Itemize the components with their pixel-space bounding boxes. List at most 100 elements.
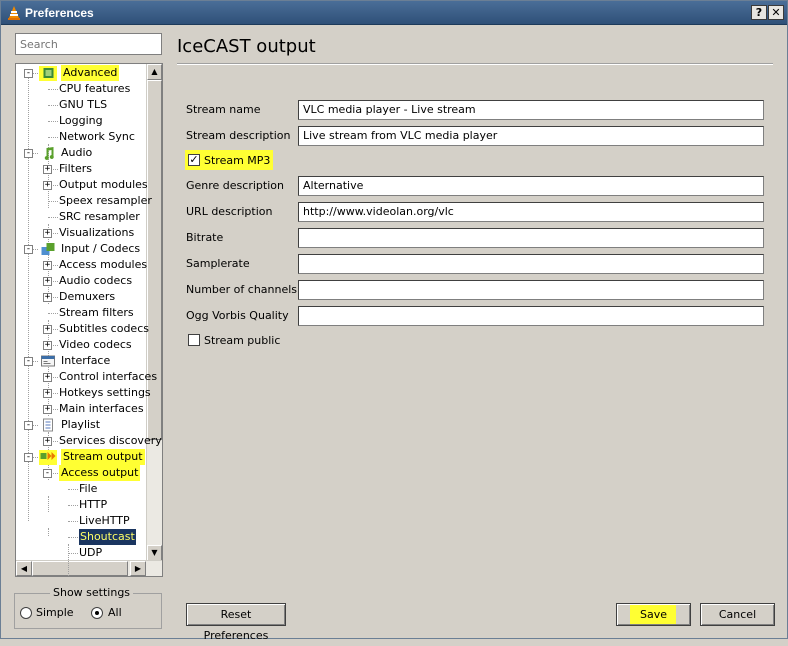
ogg-vorbis-quality-label: Ogg Vorbis Quality	[186, 309, 289, 322]
close-button[interactable]: ✕	[768, 5, 784, 20]
expand-icon[interactable]: +	[43, 165, 52, 174]
save-button[interactable]: Save	[616, 603, 691, 626]
collapse-icon[interactable]: -	[24, 245, 33, 254]
tree-item-visualizations[interactable]: Visualizations	[59, 225, 134, 241]
stream-output-icon	[40, 452, 56, 460]
scroll-thumb-horizontal[interactable]	[32, 561, 128, 576]
tree-guide-line	[48, 105, 58, 106]
radio-all[interactable]	[91, 607, 103, 619]
scroll-left-arrow-icon[interactable]: ◀	[16, 561, 32, 576]
tree-item-interface[interactable]: Interface	[61, 353, 110, 369]
tree-item-hotkeys-settings[interactable]: Hotkeys settings	[59, 385, 151, 401]
tree-item-logging[interactable]: Logging	[59, 113, 103, 129]
tree-item-audio-codecs[interactable]: Audio codecs	[59, 273, 132, 289]
stream-description-field[interactable]: Live stream from VLC media player	[298, 126, 764, 146]
tree-item-services-discovery[interactable]: Services discovery	[59, 433, 162, 449]
expand-icon[interactable]: +	[43, 181, 52, 190]
bitrate-label: Bitrate	[186, 231, 224, 244]
samplerate-field[interactable]	[298, 254, 764, 274]
tree-guide-line	[48, 89, 58, 90]
tree-item-src-resampler[interactable]: SRC resampler	[59, 209, 140, 225]
collapse-icon[interactable]: -	[24, 453, 33, 462]
tree-guide-line	[48, 201, 58, 202]
tree-guide-line	[68, 544, 69, 576]
bitrate-field[interactable]	[298, 228, 764, 248]
tree-item-video-codecs[interactable]: Video codecs	[59, 337, 132, 353]
category-tree[interactable]: ▲ ▼ ◀ ▶ - Advanced CPU features GNU TLS Logg…	[15, 63, 163, 577]
collapse-icon[interactable]: -	[24, 357, 33, 366]
tree-item-main-interfaces[interactable]: Main interfaces	[59, 401, 144, 417]
tree-item-input-codecs[interactable]: Input / Codecs	[61, 241, 140, 257]
stream-name-label: Stream name	[186, 103, 261, 116]
tree-item-advanced[interactable]: Advanced	[61, 65, 120, 81]
tree-horizontal-scrollbar[interactable]: ◀ ▶	[16, 560, 162, 576]
tree-item-file[interactable]: File	[79, 481, 97, 497]
collapse-icon[interactable]: -	[24, 69, 33, 78]
scroll-up-arrow-icon[interactable]: ▲	[147, 64, 162, 80]
expand-icon[interactable]: +	[43, 277, 52, 286]
tree-item-speex-resampler[interactable]: Speex resampler	[59, 193, 152, 209]
expand-icon[interactable]: +	[43, 373, 52, 382]
expand-icon[interactable]: +	[43, 229, 52, 238]
tree-item-http[interactable]: HTTP	[79, 497, 107, 513]
tree-item-access-output[interactable]: Access output	[59, 465, 141, 481]
tree-item-audio[interactable]: Audio	[61, 145, 92, 161]
expand-icon[interactable]: +	[43, 261, 52, 270]
expand-icon[interactable]: +	[43, 437, 52, 446]
codecs-icon	[41, 243, 55, 255]
collapse-icon[interactable]: -	[24, 421, 33, 430]
stream-mp3-label: Stream MP3	[204, 154, 271, 167]
tree-item-playlist[interactable]: Playlist	[61, 417, 100, 433]
scroll-right-arrow-icon[interactable]: ▶	[130, 561, 146, 576]
tree-item-access-modules[interactable]: Access modules	[59, 257, 147, 273]
tree-item-udp[interactable]: UDP	[79, 545, 102, 561]
tree-item-stream-output[interactable]: Stream output	[61, 449, 145, 465]
chip-icon	[43, 68, 54, 78]
tree-item-demuxers[interactable]: Demuxers	[59, 289, 115, 305]
interface-icon	[41, 355, 55, 367]
tree-item-livehttp[interactable]: LiveHTTP	[79, 513, 130, 529]
help-button[interactable]: ?	[751, 5, 767, 20]
tree-guide-line	[68, 505, 78, 506]
expand-icon[interactable]: +	[43, 405, 52, 414]
number-of-channels-label: Number of channels	[186, 283, 298, 296]
tree-item-gnu-tls[interactable]: GNU TLS	[59, 97, 107, 113]
vlc-cone-icon	[8, 6, 20, 20]
stream-mp3-checkbox[interactable]: ✓	[188, 154, 200, 166]
reset-preferences-button[interactable]: Reset Preferences	[186, 603, 286, 642]
expand-icon[interactable]: +	[43, 293, 52, 302]
stream-public-checkbox[interactable]	[188, 334, 200, 346]
tree-item-shoutcast[interactable]: Shoutcast	[79, 529, 136, 545]
scroll-down-arrow-icon[interactable]: ▼	[147, 545, 162, 561]
samplerate-label: Samplerate	[186, 257, 250, 270]
window-title: Preferences	[25, 6, 94, 20]
genre-description-field[interactable]: Alternative	[298, 176, 764, 196]
playlist-icon	[43, 418, 53, 432]
number-of-channels-field[interactable]	[298, 280, 764, 300]
tree-item-subtitles-codecs[interactable]: Subtitles codecs	[59, 321, 149, 337]
tree-vertical-scrollbar[interactable]: ▲ ▼	[146, 64, 162, 561]
collapse-icon[interactable]: -	[24, 149, 33, 158]
tree-item-stream-filters[interactable]: Stream filters	[59, 305, 134, 321]
expand-icon[interactable]: +	[43, 389, 52, 398]
tree-guide-line	[48, 320, 49, 416]
collapse-icon[interactable]: -	[43, 469, 52, 478]
radio-simple[interactable]	[20, 607, 32, 619]
url-description-label: URL description	[186, 205, 273, 218]
tree-guide-line	[48, 313, 58, 314]
title-bar[interactable]: Preferences ? ✕	[1, 1, 787, 25]
tree-item-network-sync[interactable]: Network Sync	[59, 129, 135, 145]
stream-name-field[interactable]: VLC media player - Live stream	[298, 100, 764, 120]
url-description-field[interactable]: http://www.videolan.org/vlc	[298, 202, 764, 222]
expand-icon[interactable]: +	[43, 325, 52, 334]
expand-icon[interactable]: +	[43, 341, 52, 350]
tree-item-control-interfaces[interactable]: Control interfaces	[59, 369, 157, 385]
cancel-button[interactable]: Cancel	[700, 603, 775, 626]
ogg-vorbis-quality-field[interactable]	[298, 306, 764, 326]
search-input[interactable]	[15, 33, 162, 55]
tree-item-output-modules[interactable]: Output modules	[59, 177, 148, 193]
tree-item-cpu-features[interactable]: CPU features	[59, 81, 130, 97]
tree-item-filters[interactable]: Filters	[59, 161, 92, 177]
tree-guide-line	[48, 217, 58, 218]
show-settings-title: Show settings	[50, 586, 134, 599]
